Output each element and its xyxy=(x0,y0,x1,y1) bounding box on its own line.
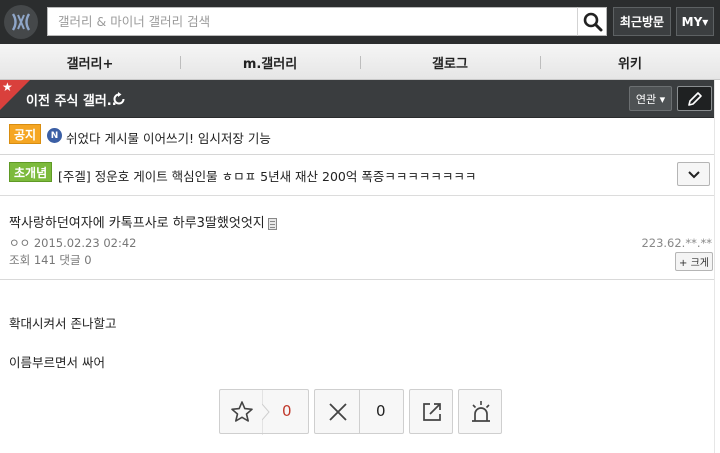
button-divider xyxy=(359,390,360,433)
write-button[interactable] xyxy=(677,86,712,111)
expand-button[interactable] xyxy=(677,162,710,186)
notice-text[interactable]: 쉬었다 게시물 이어쓰기! 임시저장 기능 xyxy=(66,128,271,147)
nav-item-gallog[interactable]: 갤로그 xyxy=(360,44,540,80)
search-icon xyxy=(583,12,603,32)
nav-item-gallery-plus[interactable]: 갤러리+ xyxy=(0,44,180,80)
zoom-button[interactable]: + 크게 xyxy=(675,252,713,271)
notice-badge: 공지 xyxy=(9,124,42,144)
gallery-title[interactable]: 이전 주식 갤러.. xyxy=(26,90,117,109)
not-recommend-count: 0 xyxy=(376,402,386,420)
search-button[interactable] xyxy=(577,7,607,36)
search-input[interactable] xyxy=(48,8,577,35)
my-menu-button[interactable]: MY▾ xyxy=(676,7,714,36)
post-ip: 223.62.**.** xyxy=(641,236,712,250)
featured-row[interactable]: 초개념 [주겔] 정운호 게이트 핵심인물 ㅎㅁㅍ 5년새 재산 200억 폭증… xyxy=(0,156,720,196)
site-logo[interactable] xyxy=(4,5,38,39)
post-divider xyxy=(0,279,720,280)
featured-badge: 초개념 xyxy=(9,162,53,182)
post-stats: 조회 141 댓글 0 xyxy=(9,253,92,267)
not-recommend-button[interactable]: 0 xyxy=(314,389,404,434)
share-icon xyxy=(423,403,441,421)
nav-item-m-gallery[interactable]: m.갤러리 xyxy=(180,44,360,80)
scrollbar-track[interactable] xyxy=(714,80,720,453)
recommend-button[interactable]: 0 xyxy=(219,389,309,435)
star-outline-icon xyxy=(231,401,253,422)
chevron-down-icon xyxy=(688,171,700,179)
report-button[interactable] xyxy=(458,389,502,434)
gallery-title-bar: ★ 이전 주식 갤러.. xyxy=(0,80,720,118)
post-body-line: 확대시켜서 존나할고 xyxy=(9,316,117,331)
image-attachment-icon xyxy=(267,217,277,230)
search-box xyxy=(47,7,577,36)
new-icon: N xyxy=(47,128,62,143)
post-body-line: 이름부르면서 싸어 xyxy=(9,355,105,370)
featured-text[interactable]: [주겔] 정운호 게이트 핵심인물 ㅎㅁㅍ 5년새 재산 200억 폭증ㅋㅋㅋㅋ… xyxy=(58,166,476,185)
pencil-icon xyxy=(688,92,702,106)
recommend-count: 0 xyxy=(282,402,292,420)
main-nav: 갤러리+ m.갤러리 갤로그 위키 xyxy=(0,44,720,80)
refresh-icon[interactable] xyxy=(112,92,126,106)
recent-visit-button[interactable]: 최근방문 xyxy=(613,7,671,36)
related-gallery-button[interactable]: 연관 ▾ xyxy=(629,86,672,111)
post-title-text: 짝사랑하던여자에 카톡프사로 하루3딸했엇엇지 xyxy=(9,216,265,231)
share-button[interactable] xyxy=(409,389,453,434)
star-icon[interactable]: ★ xyxy=(2,80,13,94)
logo-icon xyxy=(11,13,31,31)
post-author-date: ㅇㅇ 2015.02.23 02:42 xyxy=(9,236,137,250)
divider-arrow-icon xyxy=(262,390,270,435)
siren-icon xyxy=(472,401,490,422)
notice-row[interactable]: 공지 N 쉬었다 게시물 이어쓰기! 임시저장 기능 xyxy=(0,118,720,155)
nav-item-wiki[interactable]: 위키 xyxy=(540,44,720,80)
post-title: 짝사랑하던여자에 카톡프사로 하루3딸했엇엇지 xyxy=(9,212,277,231)
top-header: 최근방문 MY▾ xyxy=(0,0,720,44)
close-icon xyxy=(329,403,347,421)
